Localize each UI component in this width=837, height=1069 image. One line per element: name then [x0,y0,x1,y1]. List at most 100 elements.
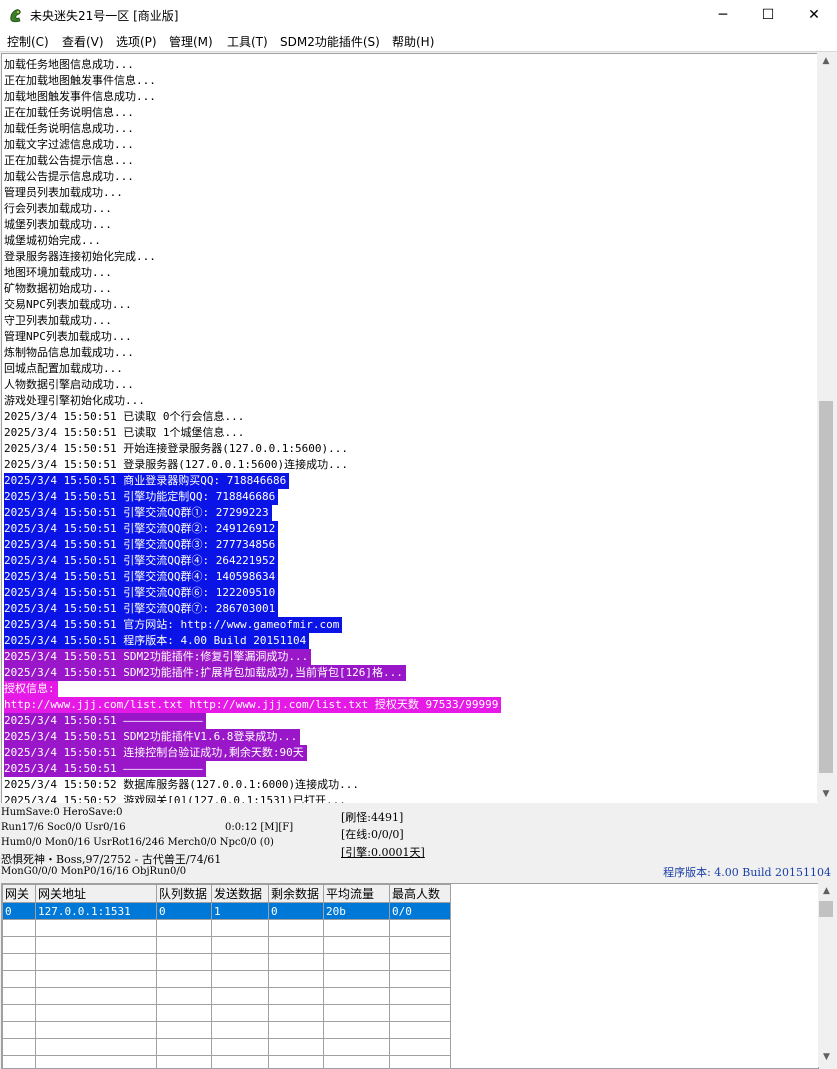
status-boss: 恐惧死神・Boss,97/2752 - 古代兽王/74/61 [1,853,222,866]
cell-remaining[interactable]: 0 [268,902,324,920]
log-line-text: 2025/3/4 15:50:51 登录服务器(127.0.0.1:5600)连… [4,458,349,471]
scroll-down-icon[interactable]: ▼ [818,1049,835,1065]
menu-options[interactable]: 选项(P) [116,33,157,50]
log-line: 2025/3/4 15:50:51 引擎交流QQ群①: 27299223 [2,505,818,521]
log-line: 2025/3/4 15:50:51 引擎交流QQ群③: 277734856 [2,537,818,553]
log-line-text: 地图环境加载成功... [4,266,112,279]
cell-sent[interactable]: 1 [211,902,269,920]
grid-header-row: 网关 网关地址 队列数据 发送数据 剩余数据 平均流量 最高人数 [2,884,451,903]
log-line-text: 城堡城初始完成... [4,234,101,247]
log-line: 2025/3/4 15:50:51 引擎交流QQ群⑦: 286703001 [2,601,818,617]
log-line: 加载任务说明信息成功... [2,121,818,137]
col-header-queue[interactable]: 队列数据 [156,884,212,903]
status-hum: Hum0/0 Mon0/16 UsrRot16/246 Merch0/0 Npc… [1,837,274,848]
table-row[interactable]: 0 127.0.0.1:1531 0 1 0 20b 0/0 [2,902,451,920]
close-button[interactable]: ✕ [791,0,837,30]
log-line-text: 2025/3/4 15:50:51 开始连接登录服务器(127.0.0.1:56… [4,442,349,455]
status-engine: [引擎:0.0001天] [341,846,425,859]
log-line-text: 加载任务地图信息成功... [4,58,134,71]
log-line-text: 矿物数据初始成功... [4,282,112,295]
menu-control[interactable]: 控制(C) [7,33,49,50]
title-bar: 未央迷失21号一区 [商业版] ─ ☐ ✕ [0,0,837,30]
log-line-text: 2025/3/4 15:50:51 已读取 0个行会信息... [4,410,245,423]
log-line: 正在加载地图触发事件信息... [2,73,818,89]
scroll-up-icon[interactable]: ▲ [817,53,835,69]
log-line-text: 加载任务说明信息成功... [4,122,134,135]
menu-manage[interactable]: 管理(M) [169,33,213,50]
log-line-text: 2025/3/4 15:50:51 SDM2功能插件:修复引擎漏洞成功... [4,649,312,665]
log-line: 2025/3/4 15:50:51 引擎交流QQ群④: 140598634 [2,569,818,585]
cell-gateway[interactable]: 0 [2,902,36,920]
log-line: 游戏处理引擎初始化成功... [2,393,818,409]
log-line: 炼制物品信息加载成功... [2,345,818,361]
empty-row [2,1004,451,1022]
log-line-text: 管理员列表加载成功... [4,186,123,199]
minimize-button[interactable]: ─ [700,0,746,30]
log-list: 加载任务地图信息成功... 正在加载地图触发事件信息... 加载地图触发事件信息成功… [2,57,818,803]
cell-queue[interactable]: 0 [156,902,212,920]
status-save: HumSave:0 HeroSave:0 [1,807,123,818]
log-line: 正在加载任务说明信息... [2,105,818,121]
log-line: 城堡城初始完成... [2,233,818,249]
scroll-up-icon[interactable]: ▲ [818,883,835,899]
grid-scroll-thumb[interactable] [819,901,833,917]
cell-address[interactable]: 127.0.0.1:1531 [35,902,157,920]
empty-row [2,987,451,1005]
status-version: 程序版本: 4.00 Build 20151104 [663,866,831,879]
log-line: 2025/3/4 15:50:51 引擎功能定制QQ: 718846686 [2,489,818,505]
gateway-grid[interactable]: 网关 网关地址 队列数据 发送数据 剩余数据 平均流量 最高人数 0 127.0… [1,883,819,1069]
log-line: 2025/3/4 15:50:51 官方网站: http://www.gameo… [2,617,818,633]
cell-avg-traffic[interactable]: 20b [323,902,390,920]
log-line-text: 守卫列表加载成功... [4,314,112,327]
log-line-text: 人物数据引擎启动成功... [4,378,134,391]
menu-help[interactable]: 帮助(H) [392,33,434,50]
log-line-text: 2025/3/4 15:50:51 程序版本: 4.00 Build 20151… [4,633,310,649]
log-line-text: 管理NPC列表加载成功... [4,330,132,343]
log-line: 授权信息: [2,681,818,697]
log-line: 人物数据引擎启动成功... [2,377,818,393]
log-scrollbar[interactable]: ▲ ▼ [817,53,835,802]
log-line-text: http://www.jjj.com/list.txt http://www.j… [4,697,502,713]
log-line-text: 正在加载任务说明信息... [4,106,134,119]
log-line-text: 回城点配置加载成功... [4,362,123,375]
log-line: 地图环境加载成功... [2,265,818,281]
log-line-text: 正在加载公告提示信息... [4,154,134,167]
log-line-text: 2025/3/4 15:50:51 官方网站: http://www.gameo… [4,617,343,633]
log-line: 加载地图触发事件信息成功... [2,89,818,105]
log-line-text: 正在加载地图触发事件信息... [4,74,156,87]
maximize-button[interactable]: ☐ [745,0,791,30]
menu-sdm2-plugin[interactable]: SDM2功能插件(S) [280,33,380,50]
scroll-down-icon[interactable]: ▼ [817,786,835,802]
col-header-gateway[interactable]: 网关 [2,884,36,903]
log-line-text: 2025/3/4 15:50:51 引擎交流QQ群①: 27299223 [4,505,272,521]
log-line: 城堡列表加载成功... [2,217,818,233]
log-scroll-thumb[interactable] [819,401,833,773]
col-header-sent[interactable]: 发送数据 [211,884,269,903]
menu-bar: 控制(C) 查看(V) 选项(P) 管理(M) 工具(T) SDM2功能插件(S… [0,30,837,52]
log-line: 登录服务器连接初始化完成... [2,249,818,265]
log-line-text: 2025/3/4 15:50:51 引擎交流QQ群④: 264221952 [4,553,279,569]
empty-row [2,919,451,937]
log-panel[interactable]: 加载任务地图信息成功... 正在加载地图触发事件信息... 加载地图触发事件信息成功… [1,53,818,803]
cell-max-users[interactable]: 0/0 [389,902,451,920]
col-header-avg-traffic[interactable]: 平均流量 [323,884,390,903]
log-line-text: 2025/3/4 15:50:51 ———————————— [4,761,206,777]
log-line: http://www.jjj.com/list.txt http://www.j… [2,697,818,713]
log-line-text: 2025/3/4 15:50:52 游戏网关[0](127.0.0.1:1531… [4,794,346,803]
log-line-text: 行会列表加载成功... [4,202,112,215]
menu-view[interactable]: 查看(V) [62,33,104,50]
menu-tools[interactable]: 工具(T) [227,33,268,50]
log-line: 2025/3/4 15:50:51 引擎交流QQ群④: 264221952 [2,553,818,569]
log-line-text: 2025/3/4 15:50:52 数据库服务器(127.0.0.1:6000)… [4,778,360,791]
log-line-text: 2025/3/4 15:50:51 引擎交流QQ群⑦: 286703001 [4,601,279,617]
log-line: 2025/3/4 15:50:51 引擎交流QQ群⑥: 122209510 [2,585,818,601]
grid-scrollbar[interactable]: ▲ ▼ [818,883,835,1067]
log-line: 管理员列表加载成功... [2,185,818,201]
col-header-max-users[interactable]: 最高人数 [389,884,451,903]
log-line: 回城点配置加载成功... [2,361,818,377]
log-line: 加载文字过滤信息成功... [2,137,818,153]
col-header-remaining[interactable]: 剩余数据 [268,884,324,903]
log-line-text: 2025/3/4 15:50:51 商业登录器购买QQ: 718846686 [4,473,290,489]
log-line-text: 加载公告提示信息成功... [4,170,134,183]
col-header-address[interactable]: 网关地址 [35,884,157,903]
